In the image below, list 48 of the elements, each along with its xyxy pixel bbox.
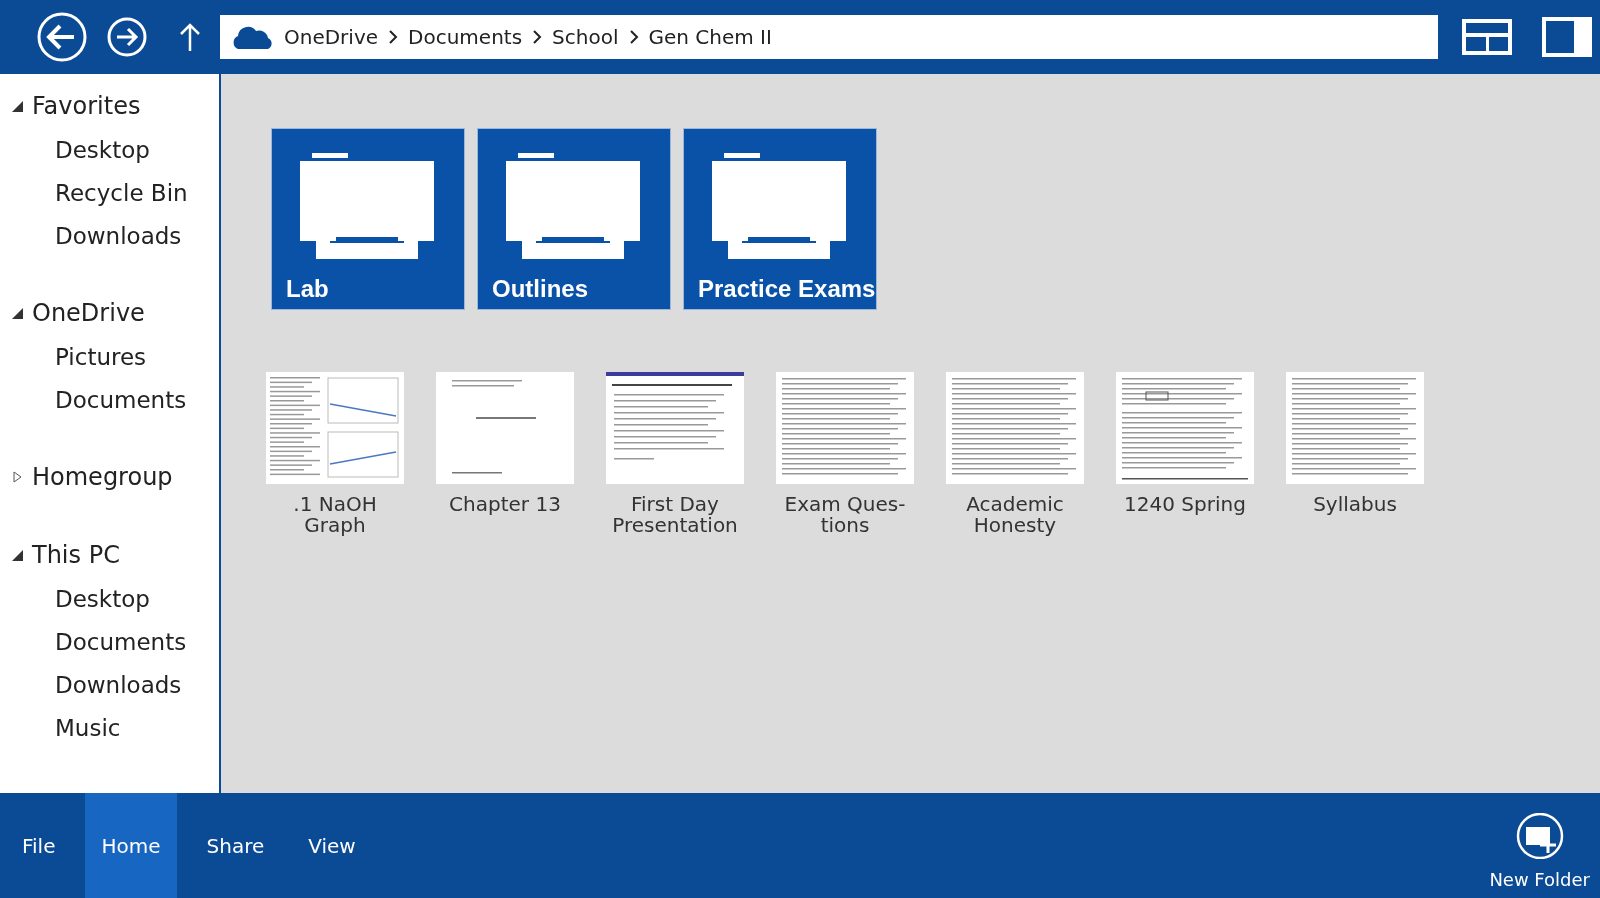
chevron-icon: [388, 29, 399, 45]
sidebar-item[interactable]: Downloads: [0, 663, 219, 706]
sidebar-item[interactable]: Documents: [0, 620, 219, 663]
ribbon-tab[interactable]: File: [0, 793, 78, 898]
pane-icon[interactable]: [1542, 17, 1592, 57]
breadcrumb-item[interactable]: OneDrive: [284, 25, 379, 49]
file-name[interactable]: .1 NaOH Graph: [260, 494, 410, 536]
tree-group[interactable]: Homegroup: [0, 455, 219, 499]
file-name[interactable]: Syllabus: [1280, 494, 1430, 515]
breadcrumb-item[interactable]: Documents: [408, 25, 523, 49]
folder-tile[interactable]: Outlines: [477, 128, 671, 310]
expanded-icon: [10, 99, 24, 113]
file-name[interactable]: Exam Ques-tions: [770, 494, 920, 536]
sidebar-item[interactable]: Documents: [0, 378, 219, 421]
chevron-icon: [628, 29, 639, 45]
file-name[interactable]: First Day Presentation: [600, 494, 750, 536]
file-name[interactable]: 1240 Spring: [1110, 494, 1260, 515]
sidebar-item[interactable]: Music: [0, 706, 219, 749]
file-name[interactable]: Academic Honesty: [940, 494, 1090, 536]
sidebar-item[interactable]: Desktop: [0, 577, 219, 620]
sidebar-item[interactable]: Desktop: [0, 128, 219, 171]
forward-button[interactable]: [106, 16, 148, 58]
ribbon-tab[interactable]: View: [286, 793, 378, 898]
address-bar[interactable]: OneDrive Documents School Gen Chem II: [220, 15, 1438, 59]
expanded-icon: [10, 548, 24, 562]
folder-tile[interactable]: Lab: [271, 128, 465, 310]
folder-icon: [506, 153, 640, 261]
breadcrumb-item[interactable]: Gen Chem II: [648, 25, 772, 49]
ribbon-tab[interactable]: Home: [85, 793, 177, 898]
layout-icon[interactable]: [1460, 17, 1514, 57]
up-button[interactable]: [178, 21, 202, 53]
folder-icon: [300, 153, 434, 261]
collapsed-icon: [10, 470, 24, 484]
tree-group[interactable]: Favorites: [0, 84, 219, 128]
file-name[interactable]: Chapter 13: [430, 494, 580, 515]
new-folder-button[interactable]: New Folder: [1479, 793, 1600, 898]
chevron-icon: [532, 29, 543, 45]
tree-group[interactable]: OneDrive: [0, 291, 219, 335]
expanded-icon: [10, 306, 24, 320]
breadcrumb-item[interactable]: School: [552, 25, 619, 49]
ribbon-tab[interactable]: Share: [184, 793, 287, 898]
folder-icon: [712, 153, 846, 261]
back-button[interactable]: [36, 11, 88, 63]
sidebar-item[interactable]: Recycle Bin: [0, 171, 219, 214]
folder-tile[interactable]: Practice Exams: [683, 128, 877, 310]
sidebar-item[interactable]: Pictures: [0, 335, 219, 378]
sidebar-item[interactable]: Downloads: [0, 214, 219, 257]
tree-group[interactable]: This PC: [0, 533, 219, 577]
